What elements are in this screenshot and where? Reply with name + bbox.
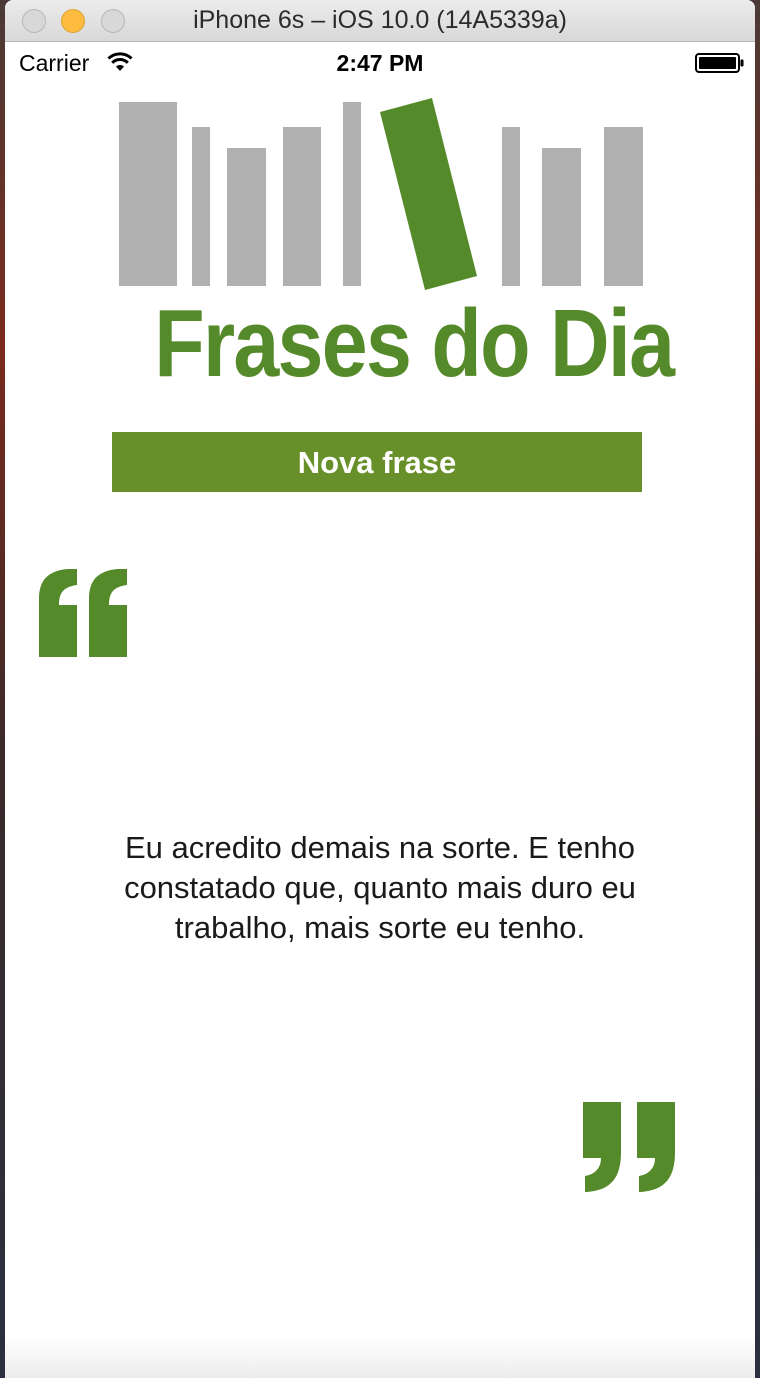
open-quote-icon	[39, 569, 127, 657]
status-bar: Carrier 2:47 PM	[5, 42, 755, 82]
logo-tilted-book	[380, 98, 477, 290]
close-quote-icon	[583, 1102, 675, 1192]
simulator-window: iPhone 6s – iOS 10.0 (14A5339a) Carrier …	[5, 0, 755, 1378]
window-titlebar: iPhone 6s – iOS 10.0 (14A5339a)	[5, 0, 755, 42]
window-title: iPhone 6s – iOS 10.0 (14A5339a)	[193, 6, 567, 34]
status-time: 2:47 PM	[336, 50, 424, 76]
logo-books	[119, 102, 643, 286]
bottom-edge	[5, 1338, 755, 1378]
logo-title: Frases do Dia	[154, 290, 675, 397]
quote-text: Eu acredito demais na sorte. E tenho con…	[124, 830, 636, 945]
new-quote-button[interactable]: Nova frase	[112, 432, 642, 492]
battery-icon	[695, 53, 744, 73]
